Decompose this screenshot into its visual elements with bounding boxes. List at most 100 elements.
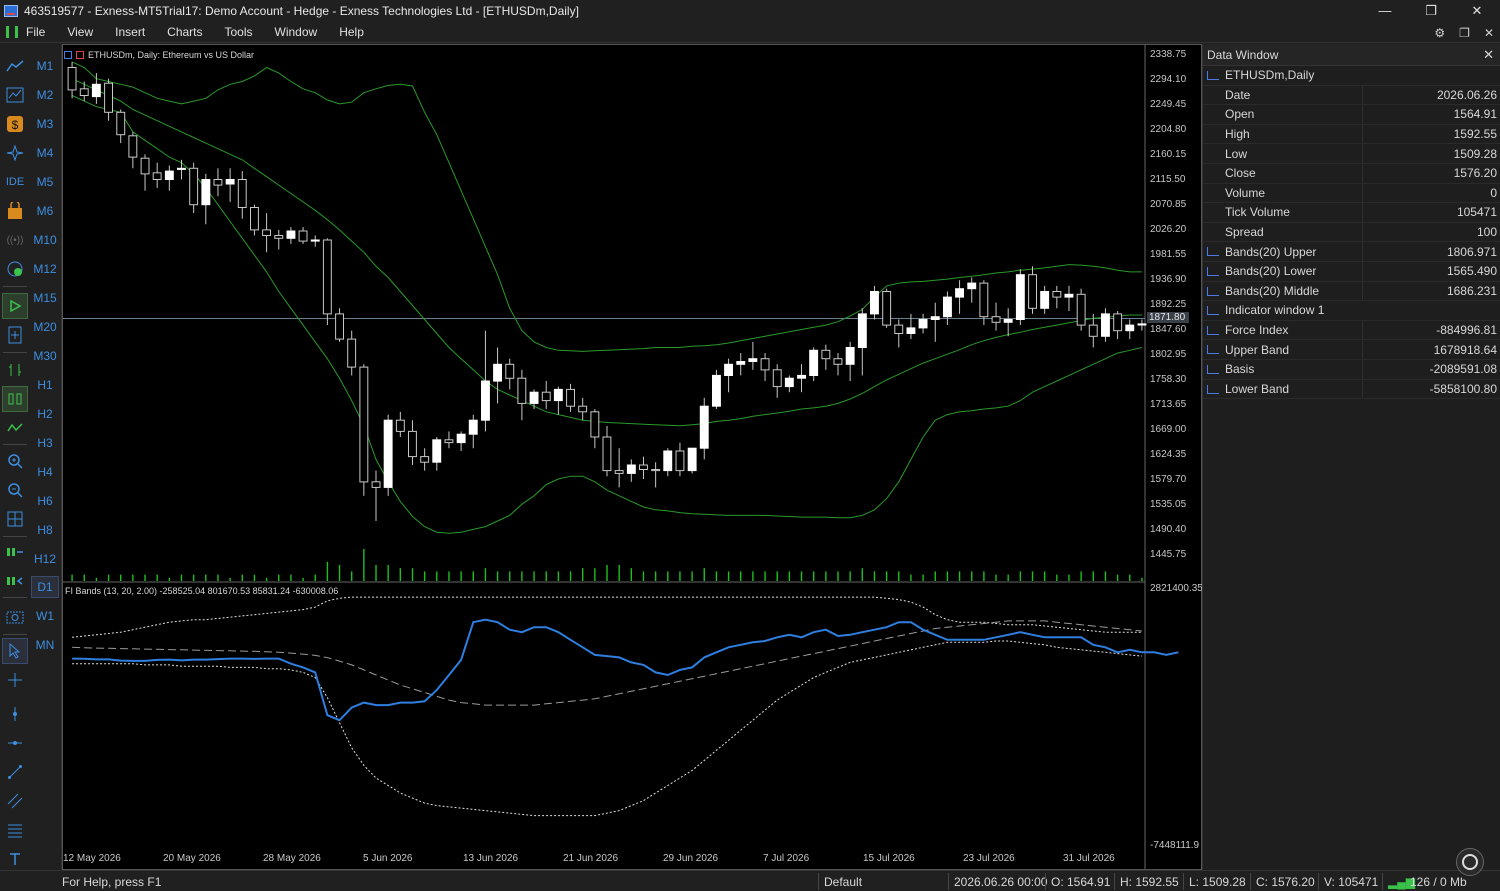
data-field-row[interactable]: Open 1564.91 <box>1203 105 1500 125</box>
timeframe-w1[interactable]: W1 <box>31 605 59 627</box>
new-order-icon[interactable] <box>3 323 27 347</box>
market-watch-icon[interactable] <box>3 83 27 107</box>
menu-help[interactable]: Help <box>339 25 364 39</box>
menu-file[interactable]: File <box>26 25 45 39</box>
line-chart-icon[interactable] <box>3 54 27 78</box>
cursor-icon[interactable] <box>2 638 28 664</box>
timeframe-h4[interactable]: H4 <box>31 461 59 483</box>
timeframe-h2[interactable]: H2 <box>31 403 59 425</box>
timeframe-m10[interactable]: M10 <box>31 229 59 251</box>
trade-panel-icon[interactable] <box>76 51 84 59</box>
minimize-button[interactable]: — <box>1362 0 1408 22</box>
mdi-options-icon[interactable]: ⚙ <box>1434 26 1445 40</box>
fibonacci-icon[interactable] <box>3 818 27 842</box>
timeframe-m2[interactable]: M2 <box>31 84 59 106</box>
timeframe-m20[interactable]: M20 <box>31 316 59 338</box>
candle-body <box>553 388 563 402</box>
channel-icon[interactable] <box>3 789 27 813</box>
zoom-out-icon[interactable] <box>3 478 27 502</box>
one-click-icon[interactable] <box>64 51 72 59</box>
status-low: L: 1509.28 <box>1189 875 1246 889</box>
candle-body <box>1137 323 1147 326</box>
indicator-field-value: -2089591.08 <box>1429 362 1497 377</box>
indicator-field-row[interactable]: Basis -2089591.08 <box>1203 359 1500 380</box>
data-field-row[interactable]: Low 1509.28 <box>1203 144 1500 164</box>
vertical-line-icon[interactable] <box>3 702 27 726</box>
tile-windows-icon[interactable] <box>3 507 27 531</box>
broadcast-icon[interactable]: ((•)) <box>3 228 27 252</box>
menu-view[interactable]: View <box>67 25 93 39</box>
price-tick-label: 2070.85 <box>1150 199 1187 210</box>
menu-charts[interactable]: Charts <box>167 25 202 39</box>
chart-canvas[interactable] <box>63 45 1201 869</box>
timeframe-m5[interactable]: M5 <box>31 171 59 193</box>
menu-insert[interactable]: Insert <box>115 25 145 39</box>
timeframe-h8[interactable]: H8 <box>31 519 59 541</box>
screenshot-icon[interactable] <box>3 604 27 628</box>
crosshair-icon[interactable] <box>3 668 27 692</box>
signals-icon[interactable] <box>3 141 27 165</box>
status-profile[interactable]: Default <box>824 875 862 889</box>
price-tick-label: 2294.10 <box>1150 74 1187 85</box>
data-field-row[interactable]: High 1592.55 <box>1203 124 1500 145</box>
candle-body <box>906 327 916 334</box>
series-icon <box>1207 247 1219 257</box>
candle-body <box>748 358 758 363</box>
horizontal-line-icon[interactable] <box>3 731 27 755</box>
market-icon[interactable] <box>3 199 27 223</box>
timeframe-h1[interactable]: H1 <box>31 374 59 396</box>
chart-shift-icon[interactable] <box>3 569 27 593</box>
data-field-row[interactable]: Tick Volume 105471 <box>1203 203 1500 223</box>
text-tool-icon[interactable] <box>3 847 27 871</box>
line-type-icon[interactable] <box>3 416 27 440</box>
magnifier-icon[interactable] <box>1456 848 1484 876</box>
indicator-field-row[interactable]: Upper Band 1678918.64 <box>1203 340 1500 360</box>
data-window-close-icon[interactable]: ✕ <box>1483 47 1494 63</box>
data-field-row[interactable]: Close 1576.20 <box>1203 163 1500 184</box>
candlestick-icon[interactable] <box>2 386 28 412</box>
data-window-indicator-section[interactable]: Indicator window 1 <box>1203 301 1500 321</box>
timeframe-m4[interactable]: M4 <box>31 142 59 164</box>
timeframe-m12[interactable]: M12 <box>31 258 59 280</box>
play-icon[interactable] <box>2 293 28 319</box>
dollar-icon[interactable]: $ <box>3 112 27 136</box>
zoom-in-icon[interactable] <box>3 449 27 473</box>
timeframe-mn[interactable]: MN <box>31 634 59 656</box>
timeframe-h12[interactable]: H12 <box>31 548 59 570</box>
candle-body <box>687 447 697 472</box>
menu-window[interactable]: Window <box>275 25 318 39</box>
close-button[interactable]: ✕ <box>1454 0 1500 22</box>
timeframe-m1[interactable]: M1 <box>31 55 59 77</box>
chart-window[interactable] <box>62 44 1202 870</box>
series-icon <box>1207 325 1219 335</box>
trendline-icon[interactable] <box>3 760 27 784</box>
timeframe-m30[interactable]: M30 <box>31 345 59 367</box>
mdi-restore-icon[interactable]: ❐ <box>1459 26 1470 40</box>
bar-chart-icon[interactable] <box>3 358 27 382</box>
menu-tools[interactable]: Tools <box>225 25 253 39</box>
timeframe-d1[interactable]: D1 <box>31 576 59 598</box>
bands-field-row[interactable]: Bands(20) Lower 1565.490 <box>1203 261 1500 282</box>
bands-field-row[interactable]: Bands(20) Middle 1686.231 <box>1203 281 1500 302</box>
ide-icon[interactable]: IDE <box>3 170 27 194</box>
data-window-symbol-row[interactable]: ETHUSDm,Daily <box>1203 66 1500 86</box>
candle-body <box>420 456 430 463</box>
bands-field-row[interactable]: Bands(20) Upper 1806.971 <box>1203 242 1500 262</box>
chart-symbol-label: ETHUSDm, Daily: Ethereum vs US Dollar <box>88 50 255 60</box>
timeframe-h3[interactable]: H3 <box>31 432 59 454</box>
timeframe-m3[interactable]: M3 <box>31 113 59 135</box>
timeframe-m6[interactable]: M6 <box>31 200 59 222</box>
bands-middle-line <box>71 78 1142 427</box>
data-field-row[interactable]: Spread 100 <box>1203 222 1500 243</box>
data-field-value: 1592.55 <box>1453 127 1497 142</box>
data-field-row[interactable]: Date 2026.06.26 <box>1203 85 1500 106</box>
maximize-button[interactable]: ❐ <box>1408 0 1454 22</box>
timeframe-h6[interactable]: H6 <box>31 490 59 512</box>
vps-icon[interactable] <box>3 257 27 281</box>
data-field-row[interactable]: Volume 0 <box>1203 183 1500 204</box>
indicator-field-row[interactable]: Lower Band -5858100.80 <box>1203 379 1500 400</box>
auto-scroll-icon[interactable] <box>3 540 27 564</box>
timeframe-m15[interactable]: M15 <box>31 287 59 309</box>
indicator-field-row[interactable]: Force Index -884996.81 <box>1203 320 1500 341</box>
mdi-close-icon[interactable]: ✕ <box>1484 26 1494 40</box>
